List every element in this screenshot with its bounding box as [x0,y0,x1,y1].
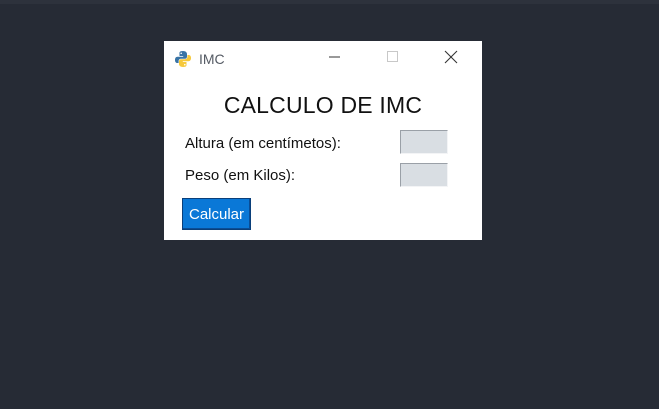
altura-label: Altura (em centímetos): [185,135,341,152]
close-button[interactable] [428,41,474,77]
maximize-button[interactable] [370,41,416,77]
python-icon [174,50,192,68]
peso-input[interactable] [400,163,448,187]
minimize-button[interactable] [312,41,358,77]
calcular-button[interactable]: Calcular [182,198,252,230]
desktop-top-strip [0,0,659,4]
title-bar[interactable]: IMC [164,41,482,77]
minimize-icon [329,50,341,68]
altura-input[interactable] [400,130,448,154]
imc-window: IMC CALCULO DE IMC Altura (em centímetos… [164,41,482,240]
window-title: IMC [199,51,225,67]
close-icon [444,50,458,69]
peso-label: Peso (em Kilos): [185,167,296,184]
maximize-icon [387,50,399,68]
page-title: CALCULO DE IMC [223,92,423,118]
